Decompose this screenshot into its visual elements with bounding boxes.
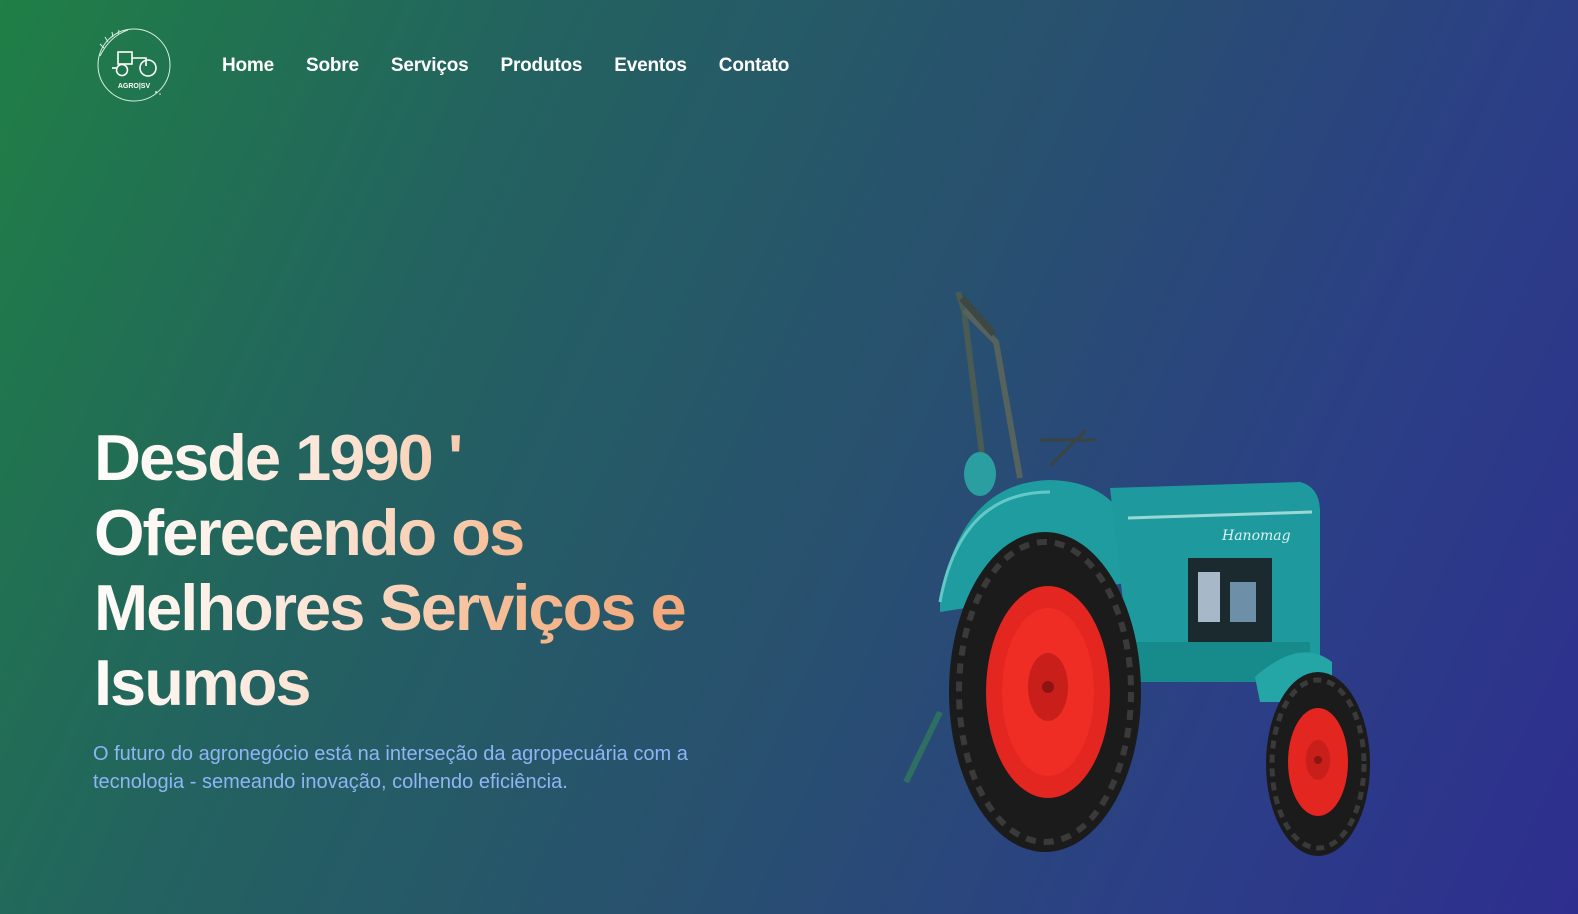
tractor-illustration-icon: Hanomag <box>903 291 1370 856</box>
hero-title-line-2: Oferecendo os <box>94 496 524 569</box>
nav-servicos[interactable]: Serviços <box>391 53 469 79</box>
nav-eventos[interactable]: Eventos <box>614 53 687 79</box>
main-nav: Home Sobre Serviços Produtos Eventos Con… <box>222 53 821 79</box>
hero-title: Desde 1990 ' Oferecendo os Melhores Serv… <box>94 420 734 720</box>
logo-text: AGRO|SV <box>118 83 151 90</box>
tractor-image: Hanomag <box>900 282 1380 862</box>
hero-subtitle-line-1: O futuro do agronegócio está na interseç… <box>93 743 688 765</box>
nav-sobre[interactable]: Sobre <box>306 53 359 79</box>
nav-home[interactable]: Home <box>222 53 274 79</box>
hero-subtitle: O futuro do agronegócio está na interseç… <box>93 740 733 796</box>
hero-subtitle-line-2: tecnologia - semeando inovação, colhendo… <box>93 771 568 793</box>
hero-title-line-4: Isumos <box>94 646 310 719</box>
hero-title-line-1: Desde 1990 ' <box>94 421 462 494</box>
brand-logo[interactable]: AGRO|SV <box>94 26 172 104</box>
nav-produtos[interactable]: Produtos <box>500 53 582 79</box>
hero-title-line-3: Melhores Serviços e <box>94 571 685 644</box>
tractor-logo-icon: AGRO|SV <box>97 28 171 102</box>
nav-contato[interactable]: Contato <box>719 53 790 79</box>
tractor-badge: Hanomag <box>1221 528 1291 544</box>
